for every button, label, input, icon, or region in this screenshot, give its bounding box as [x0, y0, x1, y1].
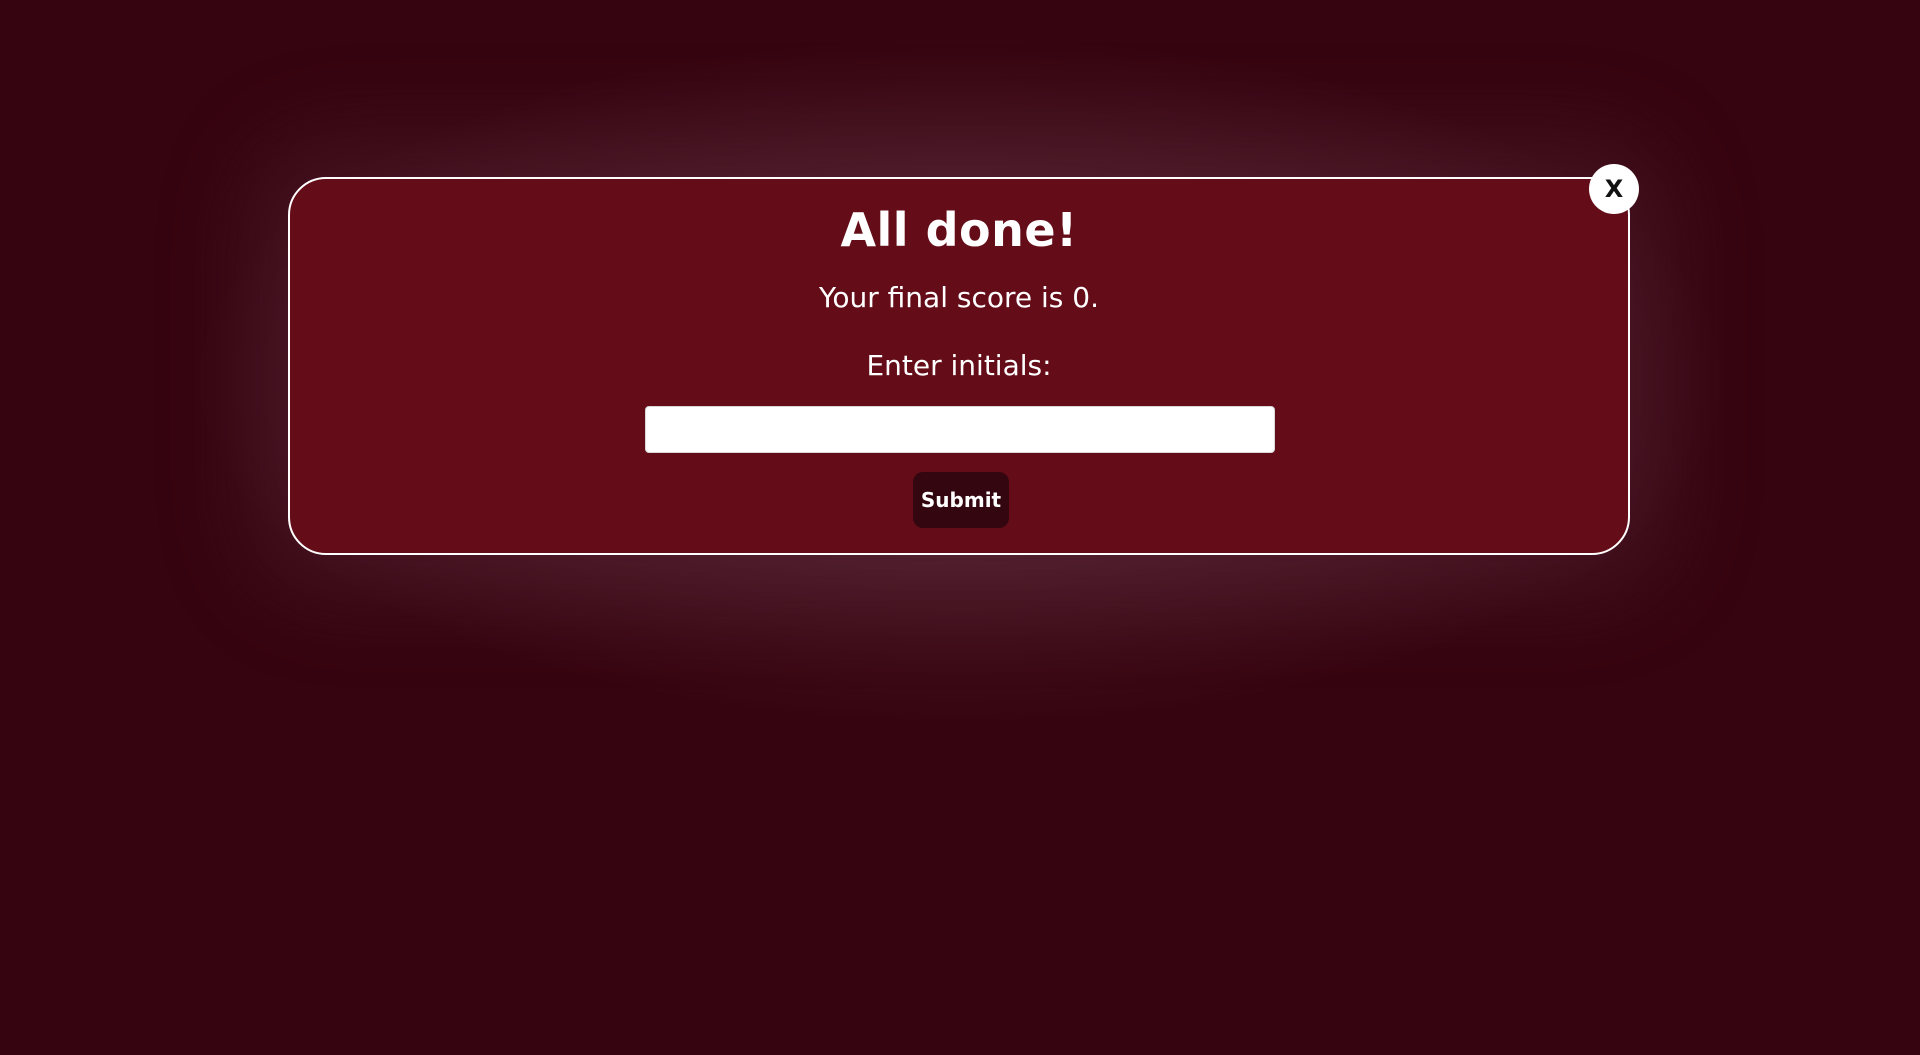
submit-button[interactable]: Submit — [913, 472, 1009, 528]
close-button[interactable]: X — [1589, 164, 1639, 214]
modal-title: All done! — [840, 203, 1078, 257]
initials-input[interactable] — [645, 406, 1275, 453]
initials-label: Enter initials: — [866, 349, 1052, 382]
final-score-text: Your final score is 0. — [818, 281, 1099, 314]
end-game-modal: All done! Your final score is 0. Enter i… — [288, 177, 1630, 555]
